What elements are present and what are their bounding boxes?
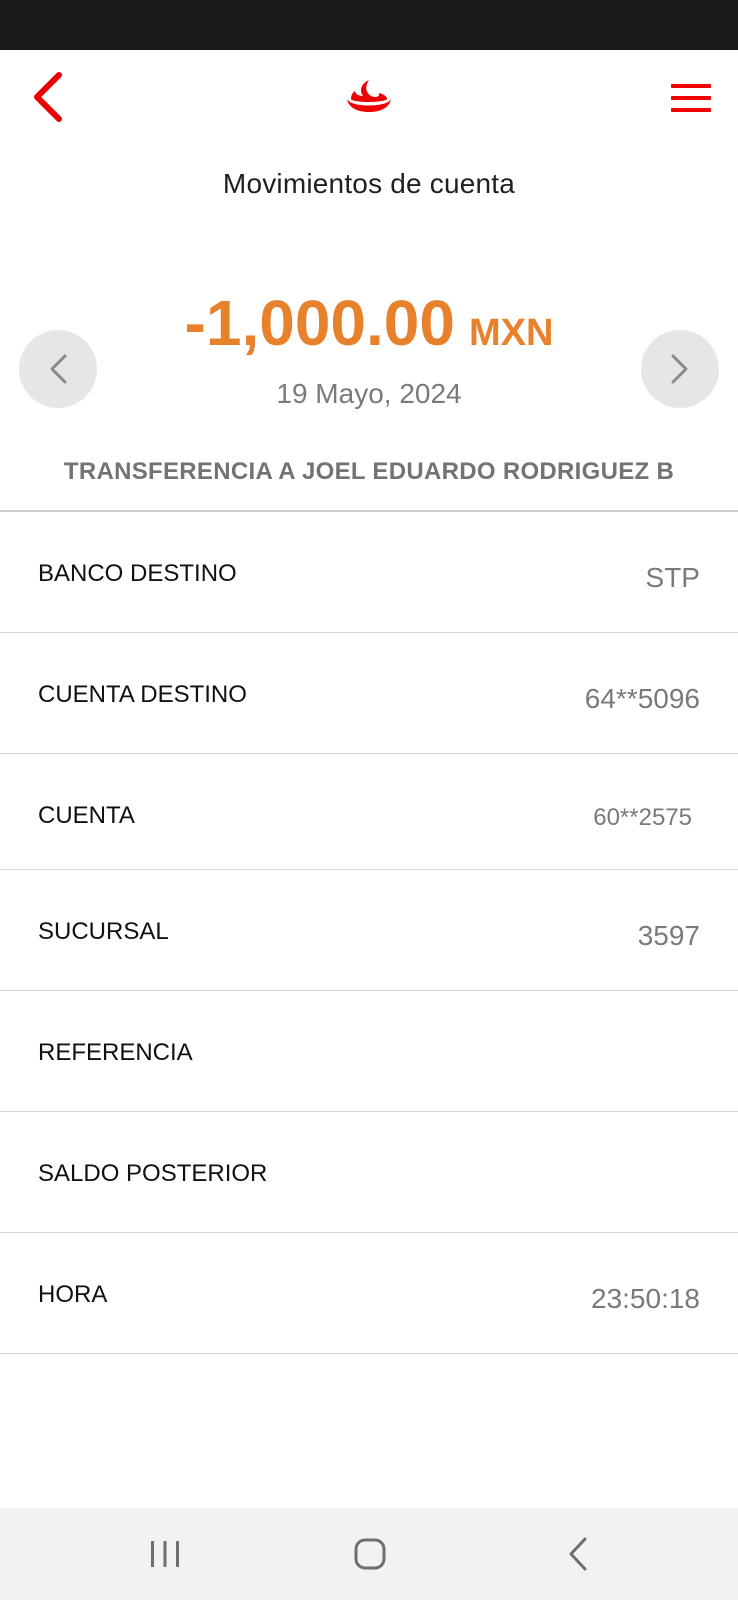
transaction-amount: -1,000.00 MXN xyxy=(0,286,738,360)
detail-value: 3597 xyxy=(637,920,700,951)
system-back-button[interactable] xyxy=(548,1530,608,1578)
detail-value: 64**5096 xyxy=(584,683,700,714)
detail-list: BANCO DESTINO STP CUENTA DESTINO 64**509… xyxy=(0,512,738,1354)
chevron-left-icon xyxy=(569,1537,587,1571)
app-header xyxy=(0,50,738,142)
back-button[interactable] xyxy=(22,70,72,124)
hamburger-menu-icon xyxy=(671,84,711,112)
detail-row-cuenta: CUENTA 60**2575 xyxy=(0,754,738,870)
menu-button[interactable] xyxy=(664,76,718,120)
detail-row-referencia: REFERENCIA xyxy=(0,991,738,1112)
detail-row-sucursal: SUCURSAL 3597 xyxy=(0,870,738,991)
recents-icon xyxy=(151,1541,179,1567)
transaction-description: TRANSFERENCIA A JOEL EDUARDO RODRIGUEZ B xyxy=(63,458,675,485)
detail-label: CUENTA DESTINO xyxy=(38,681,247,708)
recents-button[interactable] xyxy=(135,1530,195,1578)
amount-currency: MXN xyxy=(468,312,554,354)
amount-value: -1,000.00 xyxy=(184,287,455,359)
page-title: Movimientos de cuenta xyxy=(222,168,516,199)
detail-label: CUENTA xyxy=(38,802,135,829)
system-navigation-bar xyxy=(0,1508,738,1600)
status-bar xyxy=(0,0,738,50)
detail-value: 23:50:18 xyxy=(591,1283,700,1314)
detail-row-banco-destino: BANCO DESTINO STP xyxy=(0,512,738,633)
detail-label: SALDO POSTERIOR xyxy=(38,1160,268,1187)
detail-label: HORA xyxy=(38,1281,108,1308)
detail-value: 60**2575 xyxy=(593,804,692,831)
transaction-date: 19 Mayo, 2024 xyxy=(276,378,462,409)
detail-label: REFERENCIA xyxy=(38,1039,193,1066)
detail-value: STP xyxy=(645,562,700,593)
flame-logo-icon xyxy=(347,80,391,112)
chevron-left-icon xyxy=(34,72,62,122)
detail-row-cuenta-destino: CUENTA DESTINO 64**5096 xyxy=(0,633,738,754)
detail-label: SUCURSAL xyxy=(38,918,169,945)
detail-label: BANCO DESTINO xyxy=(38,560,237,587)
detail-row-hora: HORA 23:50:18 xyxy=(0,1233,738,1354)
detail-row-saldo-posterior: SALDO POSTERIOR xyxy=(0,1112,738,1233)
santander-logo xyxy=(345,78,393,114)
home-button[interactable] xyxy=(340,1530,400,1578)
home-icon xyxy=(354,1538,386,1570)
